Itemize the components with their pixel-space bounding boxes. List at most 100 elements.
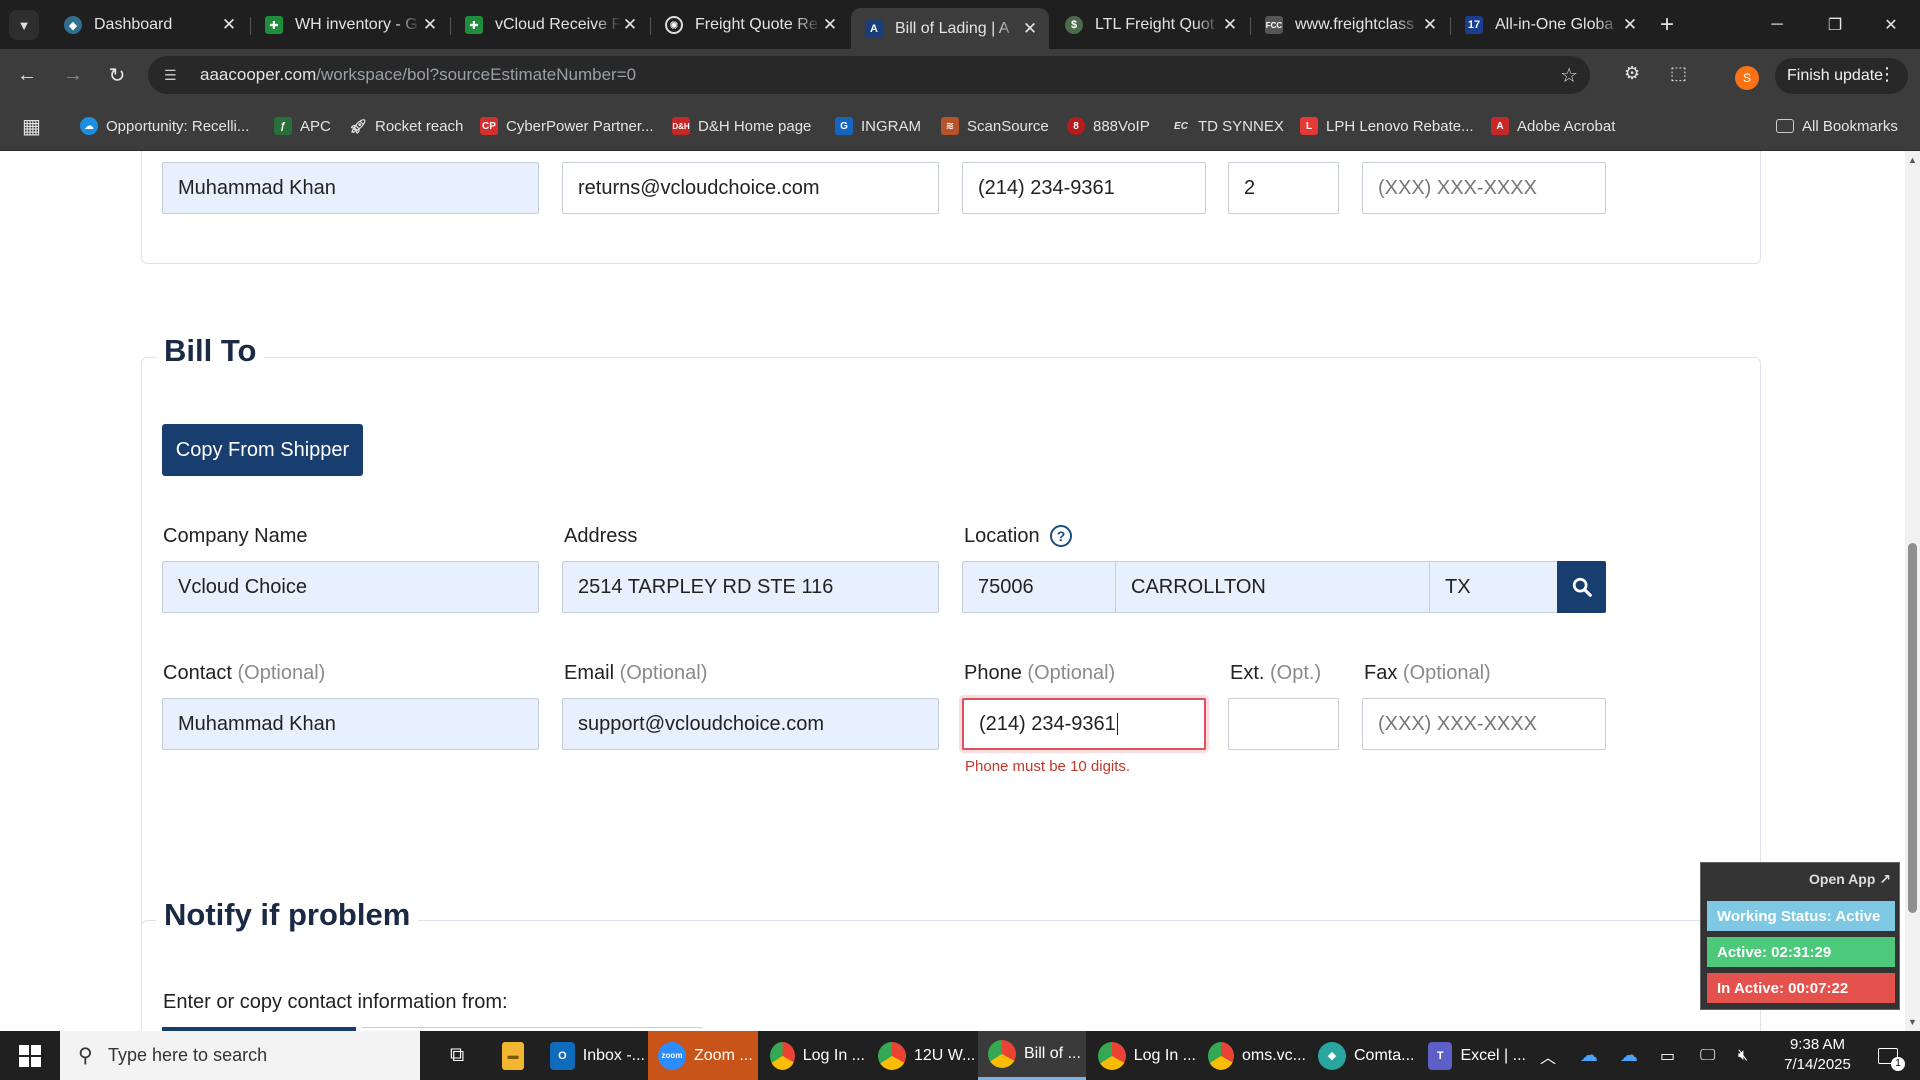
finish-update-button[interactable]: Finish update ⋮ [1775,58,1908,94]
bill-to-title: Bill To [156,333,265,369]
new-tab-plus-icon[interactable]: + [1652,10,1682,40]
bookmark-adobe-acrobat[interactable]: A Adobe Acrobat [1491,114,1615,138]
taskbar-chrome-login-2[interactable]: Log In ... [1088,1031,1196,1080]
shipper-ext-input[interactable]: 2 [1228,162,1339,214]
vpn-extension-icon[interactable]: ⚙ [1624,63,1640,84]
fax-input[interactable]: (XXX) XXX-XXXX [1362,698,1606,750]
page-scrollbar[interactable]: ▲ ▼ [1905,151,1920,1031]
back-arrow-icon[interactable]: ← [11,59,43,91]
bookmark-rocket-reach[interactable]: 🚀︎ Rocket reach [349,114,463,138]
show-hidden-icons-chevron-icon[interactable]: ︿ [1540,1031,1556,1080]
taskbar-chrome-oms[interactable]: oms.vc... [1198,1031,1306,1080]
taskbar-chrome-bill-of-lading[interactable]: Bill of ... [978,1031,1086,1080]
close-tab-icon[interactable]: ✕ [1221,15,1239,35]
bookmark-888voip[interactable]: 8 888VoIP [1067,114,1150,138]
company-name-label: Company Name [163,525,308,547]
tab-vcloud-receive[interactable]: ✚ vCloud Receive F ✕ [451,8,649,42]
taskbar-comtarsia[interactable]: ◆ Comta... [1308,1031,1416,1080]
shipper-contact-input[interactable]: Muhammad Khan [162,162,539,214]
dashboard-favicon-icon: ◆ [64,16,82,34]
location-search-button[interactable] [1557,561,1606,613]
bookmark-apc[interactable]: ƒ APC [274,114,331,138]
address-input[interactable]: 2514 TARPLEY RD STE 116 [562,561,939,613]
scroll-thumb[interactable] [1908,543,1917,913]
close-tab-icon[interactable]: ✕ [1021,19,1039,39]
bookmark-opportunity[interactable]: ☁ Opportunity: Recelli... [80,114,249,138]
all-bookmarks-folder[interactable]: All Bookmarks [1776,114,1898,138]
file-explorer-icon[interactable]: ▬ [492,1031,532,1080]
close-tab-icon[interactable]: ✕ [220,15,238,35]
forward-arrow-icon[interactable]: → [57,59,89,91]
tab-wh-inventory[interactable]: ✚ WH inventory - G ✕ [251,8,449,42]
system-clock[interactable]: 9:38 AM 7/14/2025 [1770,1035,1865,1075]
email-input[interactable]: support@vcloudchoice.com [562,698,939,750]
onedrive-business-cloud-icon[interactable]: ☁ [1620,1031,1638,1080]
notifications-icon[interactable]: 1 [1870,1031,1906,1080]
taskbar-search-box[interactable]: ⚲ Type here to search [60,1031,420,1080]
site-settings-icon[interactable]: ☰ [164,67,186,84]
voip-icon: 8 [1067,117,1085,135]
close-tab-icon[interactable]: ✕ [821,15,839,35]
page-content: Muhammad Khan returns@vcloudchoice.com (… [0,151,1905,1031]
extensions-puzzle-icon[interactable]: ⬚ [1670,63,1687,84]
onedrive-cloud-icon[interactable]: ☁ [1580,1031,1598,1080]
close-tab-icon[interactable]: ✕ [421,15,439,35]
bookmark-ingram[interactable]: G INGRAM [835,114,921,138]
taskbar-outlook[interactable]: O Inbox -... [540,1031,645,1080]
scroll-up-arrow-icon[interactable]: ▲ [1908,155,1917,165]
tab-all-in-one[interactable]: 17 All-in-One Globa ✕ [1451,8,1649,42]
tab-freight-quote[interactable]: ✺ Freight Quote Re ✕ [651,8,849,42]
contact-label: Contact (Optional) [163,662,326,684]
ext-label: Ext. (Opt.) [1230,662,1322,684]
profile-avatar[interactable]: S [1735,66,1759,90]
location-help-icon[interactable]: ? [1050,525,1072,547]
bookmark-td-synnex[interactable]: EC TD SYNNEX [1172,114,1284,138]
address-bar[interactable]: ☰ aaacooper.com/workspace/bol?sourceEsti… [148,56,1590,94]
taskbar-zoom[interactable]: zoom Zoom ... [648,1031,758,1080]
taskbar-chrome-12u[interactable]: 12U W... [868,1031,976,1080]
contact-input[interactable]: Muhammad Khan [162,698,539,750]
phone-input[interactable]: (214) 234-9361 [962,698,1206,750]
shipper-fax-input[interactable]: (XXX) XXX-XXXX [1362,162,1606,214]
address-label: Address [564,525,638,547]
network-icon[interactable]: 🖵︎ [1700,1031,1715,1080]
scroll-down-arrow-icon[interactable]: ▼ [1908,1017,1917,1027]
tab-search-chevron-icon[interactable]: ▼ [9,10,39,40]
taskbar-teams-excel[interactable]: T Excel | ... [1418,1031,1526,1080]
company-name-input[interactable]: Vcloud Choice [162,561,539,613]
state-input[interactable]: TX [1429,561,1558,613]
url-path: /workspace/bol?sourceEstimateNumber=0 [316,65,637,84]
bookmark-scansource[interactable]: ≋ ScanSource [941,114,1049,138]
windows-start-button[interactable] [0,1031,60,1080]
close-tab-icon[interactable]: ✕ [621,15,639,35]
bookmark-lenovo-rebate[interactable]: L LPH Lenovo Rebate... [1300,114,1474,138]
city-input[interactable]: CARROLLTON [1115,561,1430,613]
bookmark-cyberpower[interactable]: CP CyberPower Partner... [480,114,654,138]
shipper-email-input[interactable]: returns@vcloudchoice.com [562,162,939,214]
task-view-icon[interactable]: ⧉ [440,1031,480,1080]
tab-ltl-freight-quote[interactable]: $ LTL Freight Quot ✕ [1051,8,1249,42]
working-status-badge: Working Status: Active [1707,901,1895,931]
shipper-phone-input[interactable]: (214) 234-9361 [962,162,1206,214]
bookmark-star-icon[interactable]: ☆ [1560,63,1578,88]
apps-grid-icon[interactable]: ▦ [22,114,41,138]
close-window-icon[interactable]: ✕ [1862,0,1920,49]
restore-window-icon[interactable]: ❐ [1806,0,1864,49]
copy-from-shipper-button[interactable]: Copy From Shipper [162,424,363,476]
tab-dashboard[interactable]: ◆ Dashboard ✕ [50,8,248,42]
tab-bill-of-lading[interactable]: A Bill of Lading | A ✕ [851,8,1049,49]
battery-icon[interactable]: ▭ [1660,1031,1675,1080]
fax-label: Fax (Optional) [1364,662,1491,684]
volume-muted-icon[interactable]: 🔇︎ [1738,1031,1748,1080]
minimize-window-icon[interactable]: ─ [1748,0,1806,49]
tab-freightclass[interactable]: FCC www.freightclass ✕ [1251,8,1449,42]
ext-input[interactable] [1228,698,1339,750]
zip-input[interactable]: 75006 [962,561,1116,613]
bookmark-dh-home[interactable]: D&H D&H Home page [672,114,811,138]
time-tracker-widget: Open App ↗ Working Status: Active Active… [1700,862,1900,1010]
close-tab-icon[interactable]: ✕ [1621,15,1639,35]
open-app-link[interactable]: Open App ↗ [1809,871,1891,888]
taskbar-chrome-login-1[interactable]: Log In ... [760,1031,865,1080]
close-tab-icon[interactable]: ✕ [1421,15,1439,35]
reload-icon[interactable]: ↻ [101,59,133,91]
